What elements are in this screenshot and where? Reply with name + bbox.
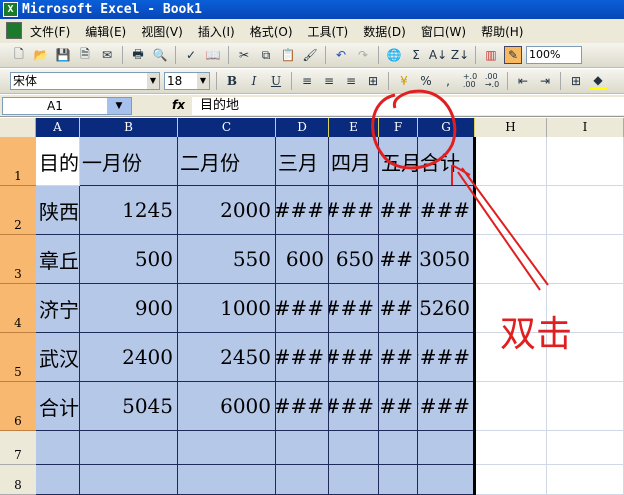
annotation-arrow [451,164,549,291]
annotation-overlay [371,89,549,291]
annotation-circle [371,89,457,170]
annotation-text: 双击 [500,314,573,355]
